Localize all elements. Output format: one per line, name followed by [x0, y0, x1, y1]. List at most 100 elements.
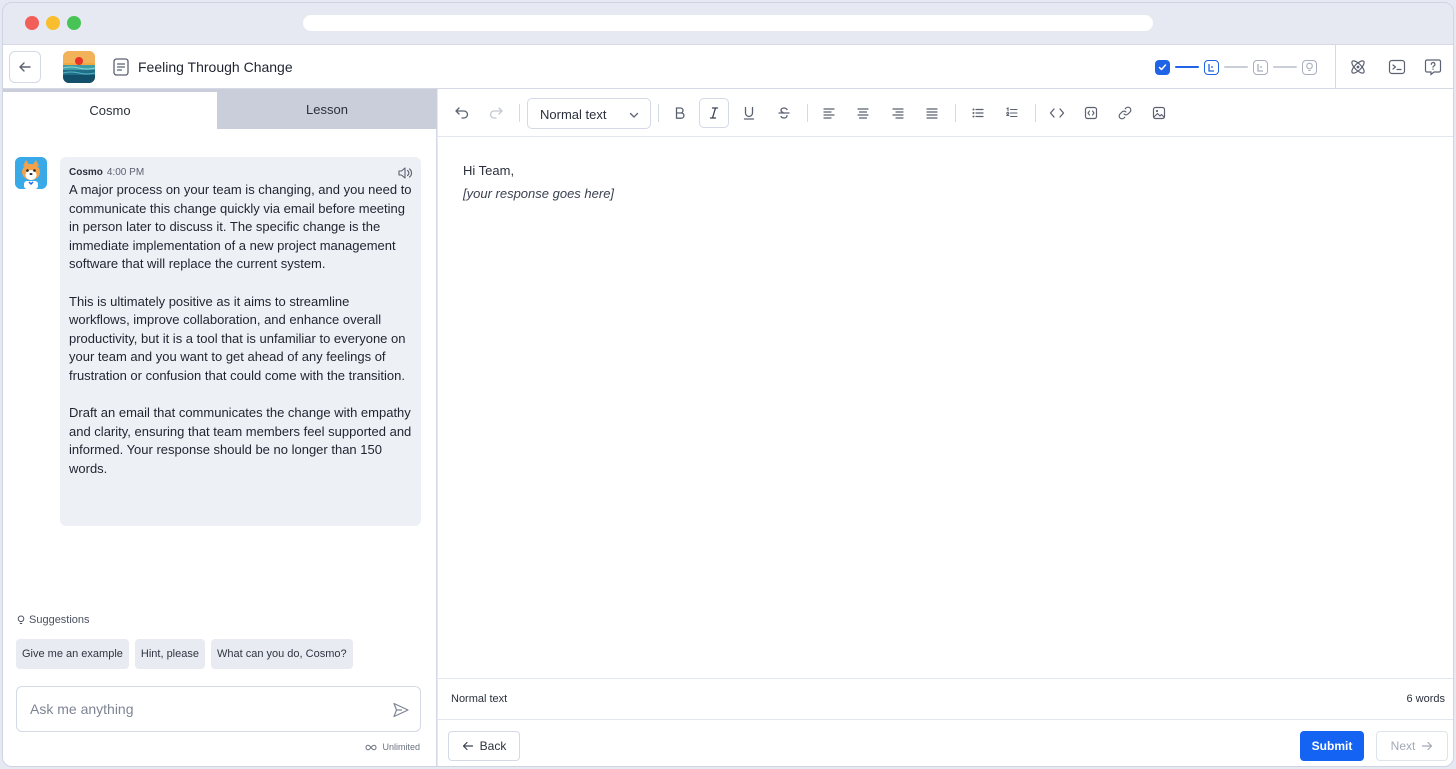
code-inline-button[interactable] — [1042, 98, 1072, 128]
message-text: A major process on your team is changing… — [69, 182, 412, 476]
next-button-label: Next — [1390, 739, 1416, 753]
help-icon — [1424, 59, 1442, 76]
atom-icon — [1351, 60, 1365, 74]
strikethrough-icon — [778, 107, 790, 119]
bullet-list-icon — [972, 108, 984, 118]
tab-cosmo[interactable]: Cosmo — [3, 89, 217, 129]
check-icon — [1158, 63, 1167, 70]
bold-button[interactable] — [665, 98, 695, 128]
progress-step-upcoming[interactable] — [1253, 59, 1268, 75]
window-titlebar — [3, 3, 1453, 44]
terminal-button[interactable] — [1386, 56, 1408, 78]
limit-label: Unlimited — [382, 742, 420, 752]
arrow-left-icon — [19, 62, 31, 72]
back-button-label: Back — [479, 739, 507, 753]
align-justify-icon — [926, 108, 938, 119]
text-style-value: Normal text — [540, 107, 607, 122]
page-title: Feeling Through Change — [138, 59, 293, 75]
lesson-thumbnail — [63, 51, 95, 83]
header-divider — [1335, 45, 1336, 89]
submit-button[interactable]: Submit — [1300, 731, 1364, 761]
progress-connector — [1273, 66, 1297, 68]
underline-icon — [743, 106, 755, 120]
chat-input[interactable]: Ask me anything — [16, 686, 421, 732]
suggestion-chip[interactable]: Hint, please — [134, 639, 205, 669]
back-nav-button[interactable] — [9, 51, 41, 83]
suggestion-chip[interactable]: Give me an example — [16, 639, 129, 669]
align-left-icon — [823, 108, 835, 119]
editor-step-icon — [1208, 63, 1214, 72]
bullet-list-button[interactable] — [963, 98, 993, 128]
align-right-icon — [892, 108, 904, 119]
message-author: Cosmo — [69, 167, 103, 178]
italic-icon — [709, 107, 719, 119]
editor-content[interactable]: Hi Team, [your response goes here] — [463, 163, 614, 201]
italic-button[interactable] — [699, 98, 729, 128]
message-meta: Cosmo 4:00 PM — [69, 167, 412, 178]
link-button[interactable] — [1110, 98, 1140, 128]
message-limit: Unlimited — [365, 742, 420, 752]
speaker-icon[interactable] — [397, 166, 413, 180]
tab-lesson[interactable]: Lesson — [217, 89, 437, 129]
suggestions-label: Suggestions — [29, 614, 90, 626]
arrow-left-icon — [462, 741, 473, 751]
align-justify-button[interactable] — [917, 98, 947, 128]
redo-icon — [489, 107, 503, 119]
editor-statusbar: Normal text 6 words — [438, 678, 1453, 720]
toolbar-divider — [519, 104, 520, 122]
infinity-icon — [365, 744, 377, 750]
message-time: 4:00 PM — [106, 167, 145, 178]
send-icon[interactable] — [392, 701, 410, 719]
minimize-window-button[interactable] — [46, 16, 60, 30]
progress-connector — [1175, 66, 1199, 68]
corgi-mascot-icon — [15, 157, 47, 189]
suggestion-chip[interactable]: What can you do, Cosmo? — [210, 639, 353, 669]
word-count: 6 words — [1406, 693, 1445, 705]
editor-panel: Normal text Hi Team, [your response goes… — [438, 89, 1453, 766]
numbered-list-icon — [1006, 107, 1018, 118]
atom-button[interactable] — [1347, 56, 1369, 78]
align-center-button[interactable] — [848, 98, 878, 128]
toolbar-divider — [807, 104, 808, 122]
cosmo-avatar — [15, 157, 47, 189]
maximize-window-button[interactable] — [67, 16, 81, 30]
image-button[interactable] — [1144, 98, 1174, 128]
align-center-icon — [857, 108, 869, 119]
undo-icon — [455, 107, 469, 119]
panel-tabs: Cosmo Lesson — [3, 89, 437, 129]
help-button[interactable] — [1422, 56, 1444, 78]
progress-connector — [1224, 66, 1248, 68]
progress-step-current[interactable] — [1204, 59, 1219, 75]
editor-step-icon — [1257, 63, 1263, 72]
current-style-label: Normal text — [451, 693, 508, 705]
progress-step-final[interactable] — [1302, 59, 1317, 75]
undo-button[interactable] — [447, 98, 477, 128]
code-icon — [1049, 108, 1065, 118]
content-placeholder-line: [your response goes here] — [463, 186, 615, 201]
bold-icon — [675, 107, 685, 119]
lesson-progress-stepper — [1155, 59, 1317, 75]
editor-toolbar: Normal text — [438, 89, 1453, 137]
lightbulb-icon — [1306, 62, 1313, 72]
next-button[interactable]: Next — [1376, 731, 1448, 761]
suggestions-header: Suggestions — [17, 614, 90, 626]
lightbulb-icon — [17, 615, 25, 624]
content-line: Hi Team, — [463, 163, 515, 178]
address-bar[interactable] — [303, 15, 1153, 31]
numbered-list-button[interactable] — [997, 98, 1027, 128]
toolbar-divider — [955, 104, 956, 122]
close-window-button[interactable] — [25, 16, 39, 30]
back-button[interactable]: Back — [448, 731, 520, 761]
align-left-button[interactable] — [814, 98, 844, 128]
strikethrough-button[interactable] — [769, 98, 799, 128]
toolbar-divider — [1035, 104, 1036, 122]
align-right-button[interactable] — [883, 98, 913, 128]
redo-button[interactable] — [481, 98, 511, 128]
chat-input-placeholder: Ask me anything — [30, 701, 134, 717]
progress-step-done[interactable] — [1155, 59, 1170, 75]
underline-button[interactable] — [734, 98, 764, 128]
arrow-right-icon — [1422, 741, 1433, 751]
code-block-button[interactable] — [1076, 98, 1106, 128]
text-style-select[interactable]: Normal text — [527, 98, 651, 129]
app-header: Feeling Through Change — [3, 44, 1453, 89]
